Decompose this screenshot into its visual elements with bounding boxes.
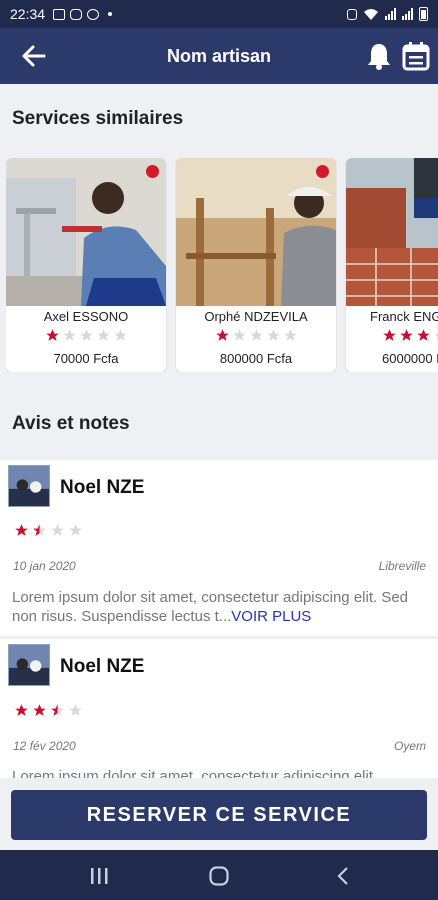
star-icon — [249, 329, 263, 341]
service-card[interactable]: Franck ENGONGA 6000000 Fcfa — [346, 158, 438, 372]
star-icon — [45, 329, 59, 341]
home-icon[interactable] — [208, 865, 230, 887]
card-rating — [346, 328, 438, 343]
avatar — [8, 465, 50, 507]
card-price: 70000 Fcfa — [53, 351, 119, 366]
star-half-icon — [33, 524, 46, 536]
review-rating — [14, 523, 83, 538]
similar-services-carousel[interactable]: Axel ESSONO 70000 Fcfa Orphé NDZEVILA 80… — [6, 158, 438, 372]
status-dot — [316, 165, 329, 178]
review-body: Lorem ipsum dolor sit amet, consectetur … — [12, 589, 409, 625]
star-icon — [51, 524, 64, 536]
app-bar: Nom artisan — [0, 28, 438, 84]
star-icon — [383, 329, 396, 341]
card-rating — [176, 328, 336, 343]
card-artisan-name: Orphé NDZEVILA — [204, 309, 308, 324]
avatar — [8, 644, 50, 686]
system-nav-bar — [0, 850, 438, 900]
review-card: Noel NZE 10 jan 2020 Libreville Lorem ip… — [0, 460, 438, 636]
alarm-icon — [347, 8, 357, 20]
star-icon — [266, 329, 280, 341]
book-service-button[interactable]: RESERVER CE SERVICE — [11, 790, 427, 840]
bell-icon[interactable] — [366, 42, 392, 70]
star-icon — [113, 329, 127, 341]
star-icon — [62, 329, 76, 341]
battery-icon — [419, 7, 428, 21]
signal-icon — [385, 8, 396, 20]
status-time: 22:34 — [10, 6, 46, 22]
star-icon — [69, 524, 82, 536]
review-text: Lorem ipsum dolor sit amet, consectetur … — [12, 768, 378, 778]
star-icon — [96, 329, 110, 341]
signal-2-icon — [402, 8, 413, 20]
star-icon — [69, 704, 82, 716]
service-card[interactable]: Axel ESSONO 70000 Fcfa — [6, 158, 166, 372]
star-icon — [400, 329, 413, 341]
card-artisan-name: Axel ESSONO — [43, 309, 129, 324]
back-nav-icon[interactable] — [332, 865, 354, 887]
card-price: 6000000 Fcfa — [382, 351, 438, 366]
gallery-icon — [53, 8, 66, 20]
recent-apps-icon[interactable] — [88, 865, 110, 887]
calendar-icon[interactable] — [402, 41, 430, 71]
star-icon — [417, 329, 430, 341]
similar-services-title: Services similaires — [12, 108, 184, 129]
star-icon — [434, 333, 438, 341]
whatsapp-icon — [87, 8, 100, 20]
back-arrow-icon[interactable] — [20, 42, 48, 70]
review-date: 10 jan 2020 — [13, 559, 76, 573]
star-icon — [283, 329, 297, 341]
artisan-photo — [6, 158, 166, 306]
review-city: Oyem — [393, 739, 426, 753]
more-notifications-icon — [108, 12, 113, 16]
artisan-photo — [346, 158, 438, 306]
star-icon — [215, 329, 229, 341]
see-more-link[interactable]: VOIR PLUS — [231, 608, 311, 625]
card-artisan-name: Franck ENGONGA — [370, 309, 438, 324]
star-icon — [15, 524, 28, 536]
status-dot — [146, 165, 159, 178]
star-icon — [232, 329, 246, 341]
review-date: 12 fév 2020 — [13, 739, 76, 753]
review-rating — [14, 703, 83, 718]
review-text: Lorem ipsum dolor sit amet, consectetur … — [12, 588, 428, 626]
wifi-icon — [364, 9, 378, 20]
instagram-icon — [70, 8, 83, 20]
review-card: Noel NZE 12 fév 2020 Oyem Lorem ipsum do… — [0, 639, 438, 778]
star-half-icon — [51, 704, 64, 716]
artisan-photo — [176, 158, 336, 306]
service-card[interactable]: Orphé NDZEVILA 800000 Fcfa — [176, 158, 336, 372]
star-icon — [15, 704, 28, 716]
reviews-title: Avis et notes — [12, 413, 130, 434]
review-city: Libreville — [378, 559, 426, 573]
reviewer-name: Noel NZE — [60, 477, 145, 498]
star-icon — [33, 704, 46, 716]
card-price: 800000 Fcfa — [219, 351, 293, 366]
star-icon — [79, 329, 93, 341]
reviewer-name: Noel NZE — [60, 656, 145, 677]
card-rating — [6, 328, 166, 343]
status-bar: 22:34 — [0, 0, 438, 28]
